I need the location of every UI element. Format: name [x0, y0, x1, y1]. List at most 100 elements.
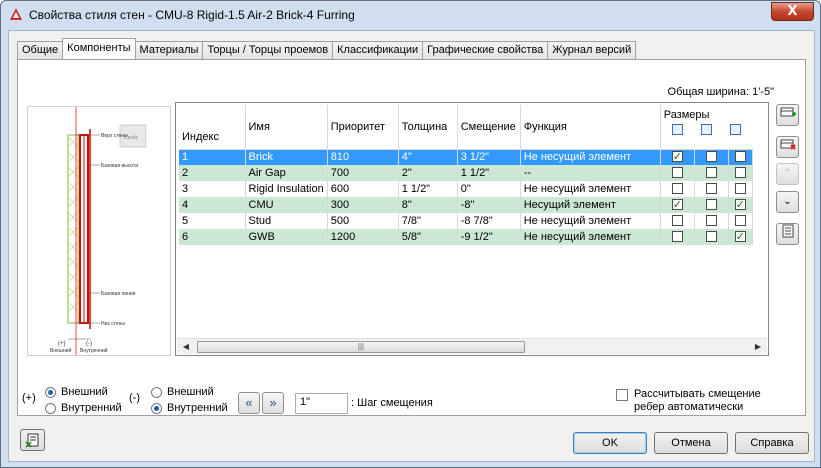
cell-offset[interactable]: 0"	[457, 181, 521, 197]
col-index[interactable]: Индекс	[179, 105, 246, 150]
cell-priority[interactable]: 600	[327, 181, 399, 197]
scroll-left-icon[interactable]: ◀	[179, 341, 193, 353]
auto-offset-option[interactable]: Рассчитывать смещение ребер автоматическ…	[616, 388, 761, 413]
cell-function[interactable]: Не несущий элемент	[520, 181, 661, 197]
plus-interior-option[interactable]: Внутренний	[45, 402, 122, 414]
cell-priority[interactable]: 810	[327, 149, 399, 165]
cell-function[interactable]: Не несущий элемент	[520, 229, 661, 245]
cell-index[interactable]: 5	[179, 213, 246, 229]
cell-offset[interactable]: 3 1/2"	[457, 149, 521, 165]
dim-checkbox[interactable]	[705, 199, 717, 211]
table-row[interactable]: 1 Brick 810 4" 3 1/2" Не несущий элемент	[179, 149, 753, 165]
cell-offset[interactable]: -9 1/2"	[457, 229, 521, 245]
plus-exterior-option[interactable]: Внешний	[45, 386, 108, 398]
dim-checkbox[interactable]	[671, 197, 683, 212]
dim-checkbox[interactable]	[671, 149, 683, 164]
cell-name[interactable]: Brick	[245, 149, 328, 165]
cell-thickness[interactable]: 2"	[398, 165, 458, 181]
tab-classifications[interactable]: Классификации	[332, 41, 424, 59]
cell-thickness[interactable]: 8"	[398, 197, 458, 213]
cell-index[interactable]: 4	[179, 197, 246, 213]
cell-thickness[interactable]: 5/8"	[398, 229, 458, 245]
cell-name[interactable]: CMU	[245, 197, 328, 213]
col-thickness[interactable]: Толщина	[398, 105, 458, 150]
select-components-button[interactable]	[20, 429, 45, 451]
cell-name[interactable]: Stud	[245, 213, 328, 229]
table-row[interactable]: 4 CMU 300 8" -8" Несущий элемент	[179, 197, 753, 213]
components-grid[interactable]: Индекс Имя Приоритет Толщина Смещение Фу…	[175, 102, 769, 356]
shift-right-button[interactable]: »	[262, 392, 284, 414]
cell-priority[interactable]: 300	[327, 197, 399, 213]
dim-checkbox[interactable]	[734, 151, 746, 163]
title-bar[interactable]: Свойства стиля стен - CMU-8 Rigid-1.5 Ai…	[1, 1, 820, 29]
cell-name[interactable]: Air Gap	[245, 165, 328, 181]
radio-plus-interior[interactable]	[45, 402, 56, 414]
col-function[interactable]: Функция	[520, 105, 661, 150]
cell-function[interactable]: Несущий элемент	[520, 197, 661, 213]
close-button[interactable]: X	[771, 2, 814, 21]
col-name[interactable]: Имя	[245, 105, 328, 150]
radio-minus-interior[interactable]	[151, 402, 162, 414]
dim-checkbox[interactable]	[734, 167, 746, 179]
tab-endcaps[interactable]: Торцы / Торцы проемов	[202, 41, 334, 59]
offset-step-input[interactable]: 1"	[295, 393, 348, 414]
cell-function[interactable]: Не несущий элемент	[520, 213, 661, 229]
add-component-button[interactable]	[776, 104, 799, 126]
scroll-right-icon[interactable]: ▶	[751, 341, 765, 353]
ok-button[interactable]: OK	[573, 432, 647, 454]
dim-checkbox[interactable]	[705, 183, 717, 195]
radio-plus-exterior[interactable]	[45, 386, 56, 398]
cell-function[interactable]: Не несущий элемент	[520, 149, 661, 165]
dim-checkbox[interactable]	[705, 151, 717, 163]
dim-checkbox[interactable]	[734, 183, 746, 195]
tab-general[interactable]: Общие	[17, 41, 64, 59]
style-browser-button[interactable]	[776, 223, 799, 245]
move-down-button[interactable]: ⌄	[776, 191, 799, 213]
delete-component-button[interactable]	[776, 136, 799, 158]
table-row[interactable]: 5 Stud 500 7/8" -8 7/8" Не несущий элеме…	[179, 213, 753, 229]
dim-checkbox[interactable]	[705, 215, 717, 227]
dim-checkbox[interactable]	[734, 197, 746, 212]
dim-checkbox[interactable]	[734, 215, 746, 227]
cancel-button[interactable]: Отмена	[654, 432, 728, 454]
dim-checkbox[interactable]	[705, 231, 717, 243]
dim-checkbox[interactable]	[671, 231, 683, 243]
cell-name[interactable]: GWB	[245, 229, 328, 245]
col-offset[interactable]: Смещение	[457, 105, 521, 150]
cell-priority[interactable]: 500	[327, 213, 399, 229]
cell-index[interactable]: 2	[179, 165, 246, 181]
dim-checkbox[interactable]	[671, 183, 683, 195]
auto-offset-checkbox[interactable]	[616, 389, 628, 402]
table-row[interactable]: 6 GWB 1200 5/8" -9 1/2" Не несущий элеме…	[179, 229, 753, 245]
table-row[interactable]: 2 Air Gap 700 2" 1 1/2" --	[179, 165, 753, 181]
shift-left-button[interactable]: «	[238, 392, 260, 414]
dim-checkbox[interactable]	[671, 215, 683, 227]
cell-index[interactable]: 1	[179, 149, 246, 165]
tab-display-properties[interactable]: Графические свойства	[422, 41, 549, 59]
tab-version-history[interactable]: Журнал версий	[547, 41, 637, 59]
table-row[interactable]: 3 Rigid Insulation 600 1 1/2" 0" Не несу…	[179, 181, 753, 197]
cell-index[interactable]: 3	[179, 181, 246, 197]
col-priority[interactable]: Приоритет	[327, 105, 399, 150]
dim-checkbox[interactable]	[734, 229, 746, 244]
cell-thickness[interactable]: 7/8"	[398, 213, 458, 229]
cell-offset[interactable]: -8"	[457, 197, 521, 213]
tab-materials[interactable]: Материалы	[134, 41, 204, 59]
cell-priority[interactable]: 1200	[327, 229, 399, 245]
minus-interior-option[interactable]: Внутренний	[151, 402, 228, 414]
cell-thickness[interactable]: 1 1/2"	[398, 181, 458, 197]
cell-offset[interactable]: -8 7/8"	[457, 213, 521, 229]
dim-checkbox[interactable]	[671, 167, 683, 179]
cell-index[interactable]: 6	[179, 229, 246, 245]
dim-checkbox[interactable]	[705, 167, 717, 179]
cell-function[interactable]: --	[520, 165, 661, 181]
cell-name[interactable]: Rigid Insulation	[245, 181, 328, 197]
help-button[interactable]: Справка	[735, 432, 809, 454]
move-up-button[interactable]: ⌃	[776, 163, 799, 185]
cell-thickness[interactable]: 4"	[398, 149, 458, 165]
minus-exterior-option[interactable]: Внешний	[151, 386, 214, 398]
tab-components[interactable]: Компоненты	[62, 38, 136, 59]
cell-offset[interactable]: 1 1/2"	[457, 165, 521, 181]
horizontal-scrollbar[interactable]: ◀ ||| ▶	[177, 338, 767, 354]
radio-minus-exterior[interactable]	[151, 386, 162, 398]
